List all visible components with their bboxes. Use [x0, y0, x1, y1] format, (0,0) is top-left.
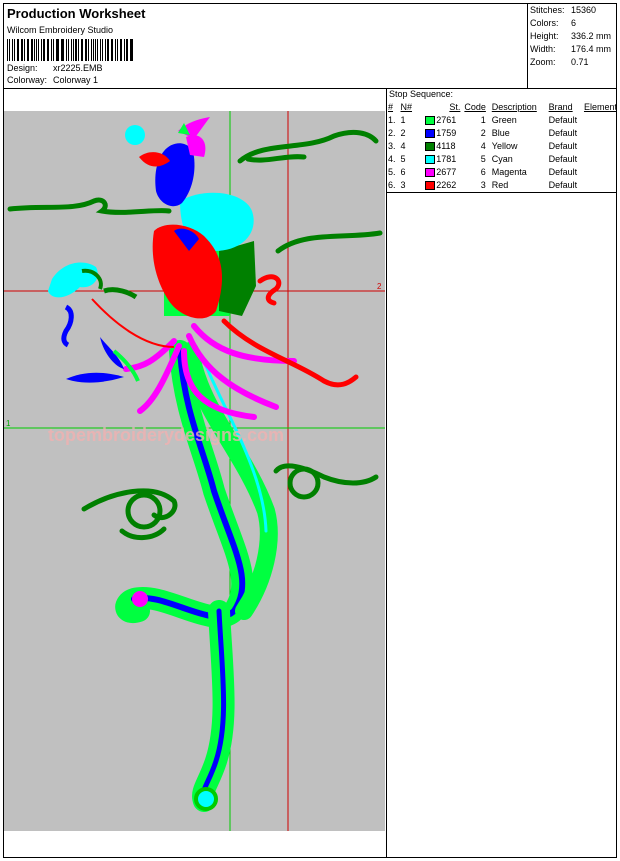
row-brand: Default: [548, 167, 578, 177]
row-element: [584, 127, 617, 140]
header-divider: [3, 88, 617, 89]
stat-stitches: Stitches: 15360: [530, 5, 597, 15]
col-header: Description: [491, 102, 537, 112]
col-header: Code: [464, 102, 486, 112]
row-brand: Default: [548, 180, 578, 190]
row-st: 2761: [425, 114, 464, 127]
row-st: 4118: [425, 140, 464, 153]
stat-zoom: Zoom: 0.71: [530, 57, 589, 67]
row-num: 1.: [388, 115, 396, 125]
table-header-row: # N# St. Code Description Brand Element: [388, 101, 617, 114]
colorway-label: Colorway:: [7, 75, 48, 85]
colorway-row: Colorway: Colorway 1: [7, 75, 98, 85]
table-row: 2. 2 1759 2 Blue Default: [388, 127, 617, 140]
row-element: [584, 114, 617, 127]
row-code: 4: [480, 141, 486, 151]
row-desc: Blue: [491, 128, 510, 138]
col-header: St.: [449, 102, 461, 112]
row-code: 6: [480, 167, 486, 177]
row-brand: Default: [548, 128, 578, 138]
color-swatch: [425, 181, 436, 191]
row-st: 2262: [425, 179, 464, 192]
colorway-value: Colorway 1: [53, 75, 99, 85]
row-brand: Default: [548, 154, 578, 164]
table-row: 6. 3 2262 3 Red Default: [388, 179, 617, 192]
row-num: 4.: [388, 154, 396, 164]
table-row: 3. 4 4118 4 Yellow Default: [388, 140, 617, 153]
row-desc: Yellow: [491, 141, 518, 151]
barcode: [7, 39, 135, 61]
row-desc: Red: [491, 180, 509, 190]
row-n: 1: [400, 115, 406, 125]
col-header: #: [388, 102, 394, 112]
col-header: Brand: [548, 102, 573, 112]
stat-colors: Colors: 6: [530, 18, 577, 28]
design-label: Design:: [7, 63, 38, 73]
page-title: Production Worksheet: [7, 6, 146, 21]
stop-sequence-table: # N# St. Code Description Brand Element …: [388, 101, 617, 192]
table-row: 1. 1 2761 1 Green Default: [388, 114, 617, 127]
row-element: [584, 140, 617, 153]
row-st: 2677: [425, 166, 464, 179]
row-n: 5: [400, 154, 406, 164]
marker-1: 1: [6, 419, 11, 428]
design-row: Design: xr2225.EMB: [7, 63, 103, 73]
stop-sequence-title: Stop Sequence:: [389, 89, 454, 99]
row-element: [584, 166, 617, 179]
row-brand: Default: [548, 141, 578, 151]
row-n: 3: [400, 180, 406, 190]
row-n: 4: [400, 141, 406, 151]
row-code: 2: [480, 128, 486, 138]
color-swatch: [425, 116, 436, 126]
design-value: xr2225.EMB: [53, 63, 103, 73]
color-swatch: [425, 129, 436, 139]
color-swatch: [425, 168, 436, 178]
stat-height: Height: 336.2 mm: [530, 31, 612, 41]
row-num: 3.: [388, 141, 396, 151]
table-row: 4. 5 1781 5 Cyan Default: [388, 153, 617, 166]
stats-panel: Stitches: 15360 Colors: 6 Height: 336.2 mm …: [527, 4, 617, 88]
software-name: Wilcom Embroidery Studio: [7, 25, 114, 35]
color-swatch: [425, 142, 436, 152]
row-code: 5: [480, 154, 486, 164]
row-desc: Magenta: [491, 167, 527, 177]
color-swatch: [425, 155, 436, 165]
embroidery-design-image: topembroiderydesigns.com 2 1: [4, 111, 385, 831]
marker-2: 2: [377, 282, 382, 291]
header: Production Worksheet Wilcom Embroidery S…: [4, 4, 527, 88]
row-n: 2: [400, 128, 406, 138]
col-header: N#: [400, 102, 413, 112]
row-num: 2.: [388, 128, 396, 138]
design-preview: topembroiderydesigns.com 2 1: [4, 111, 385, 831]
row-desc: Green: [491, 115, 517, 125]
row-desc: Cyan: [491, 154, 513, 164]
table-row: 5. 6 2677 6 Magenta Default: [388, 166, 617, 179]
row-element: [584, 179, 617, 192]
row-st: 1781: [425, 153, 464, 166]
row-brand: Default: [548, 115, 578, 125]
row-code: 3: [480, 180, 486, 190]
row-n: 6: [400, 167, 406, 177]
col-header: Element: [583, 102, 617, 112]
row-num: 6.: [388, 180, 396, 190]
row-element: [584, 153, 617, 166]
watermark-text: topembroiderydesigns.com: [48, 425, 284, 445]
row-code: 1: [480, 115, 486, 125]
stop-sequence-divider: [387, 192, 617, 193]
row-num: 5.: [388, 167, 396, 177]
column-divider: [386, 88, 387, 858]
stat-width: Width: 176.4 mm: [530, 44, 612, 54]
row-st: 1759: [425, 127, 464, 140]
